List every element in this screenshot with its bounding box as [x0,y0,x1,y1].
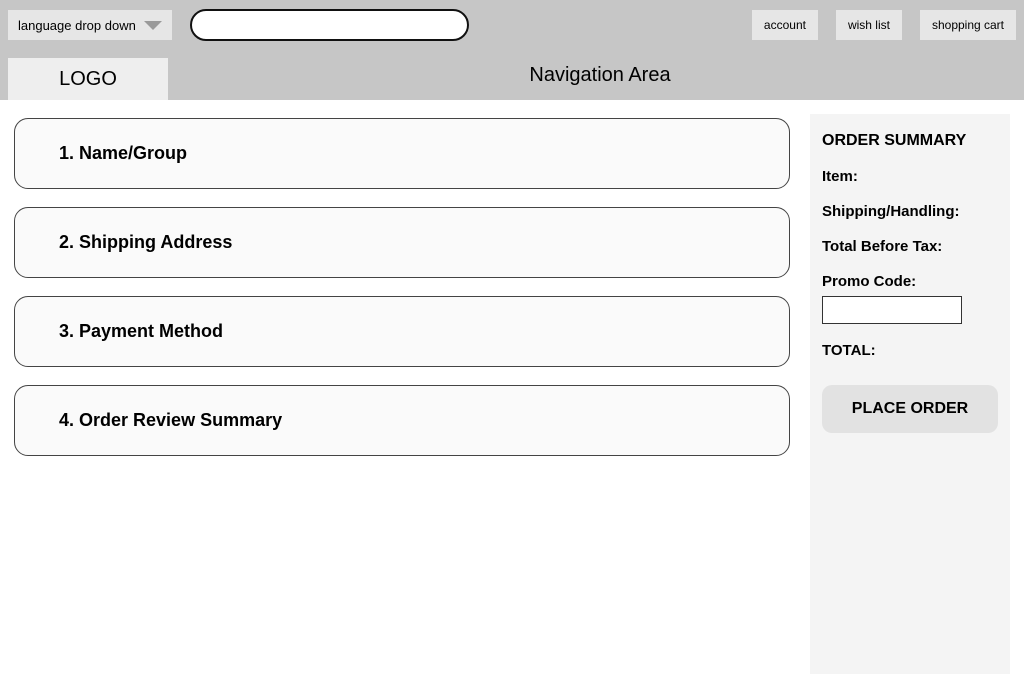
summary-pretax-label: Total Before Tax: [822,238,998,255]
step-name-group[interactable]: 1. Name/Group [14,118,790,189]
language-dropdown-label: language drop down [18,18,136,33]
checkout-steps: 1. Name/Group 2. Shipping Address 3. Pay… [14,114,790,674]
summary-total-label: TOTAL: [822,342,998,359]
promo-code-input[interactable] [822,296,962,324]
summary-promo-label: Promo Code: [822,273,998,290]
account-button[interactable]: account [752,10,818,40]
summary-shipping-label: Shipping/Handling: [822,203,998,220]
search-input[interactable] [190,9,469,41]
navigation-area[interactable]: Navigation Area [176,50,1024,100]
step-payment-method[interactable]: 3. Payment Method [14,296,790,367]
order-summary-panel: ORDER SUMMARY Item: Shipping/Handling: T… [810,114,1010,674]
content: 1. Name/Group 2. Shipping Address 3. Pay… [0,100,1024,688]
step-order-review[interactable]: 4. Order Review Summary [14,385,790,456]
wishlist-button[interactable]: wish list [836,10,902,40]
promo-section: Promo Code: [822,273,998,324]
order-summary-title: ORDER SUMMARY [822,132,998,150]
top-bar: language drop down account wish list sho… [0,0,1024,50]
language-dropdown[interactable]: language drop down [8,10,172,40]
cart-button[interactable]: shopping cart [920,10,1016,40]
header-row: LOGO Navigation Area [0,50,1024,100]
chevron-down-icon [144,21,162,30]
step-shipping-address[interactable]: 2. Shipping Address [14,207,790,278]
place-order-button[interactable]: PLACE ORDER [822,385,998,433]
logo[interactable]: LOGO [8,58,168,100]
summary-item-label: Item: [822,168,998,185]
